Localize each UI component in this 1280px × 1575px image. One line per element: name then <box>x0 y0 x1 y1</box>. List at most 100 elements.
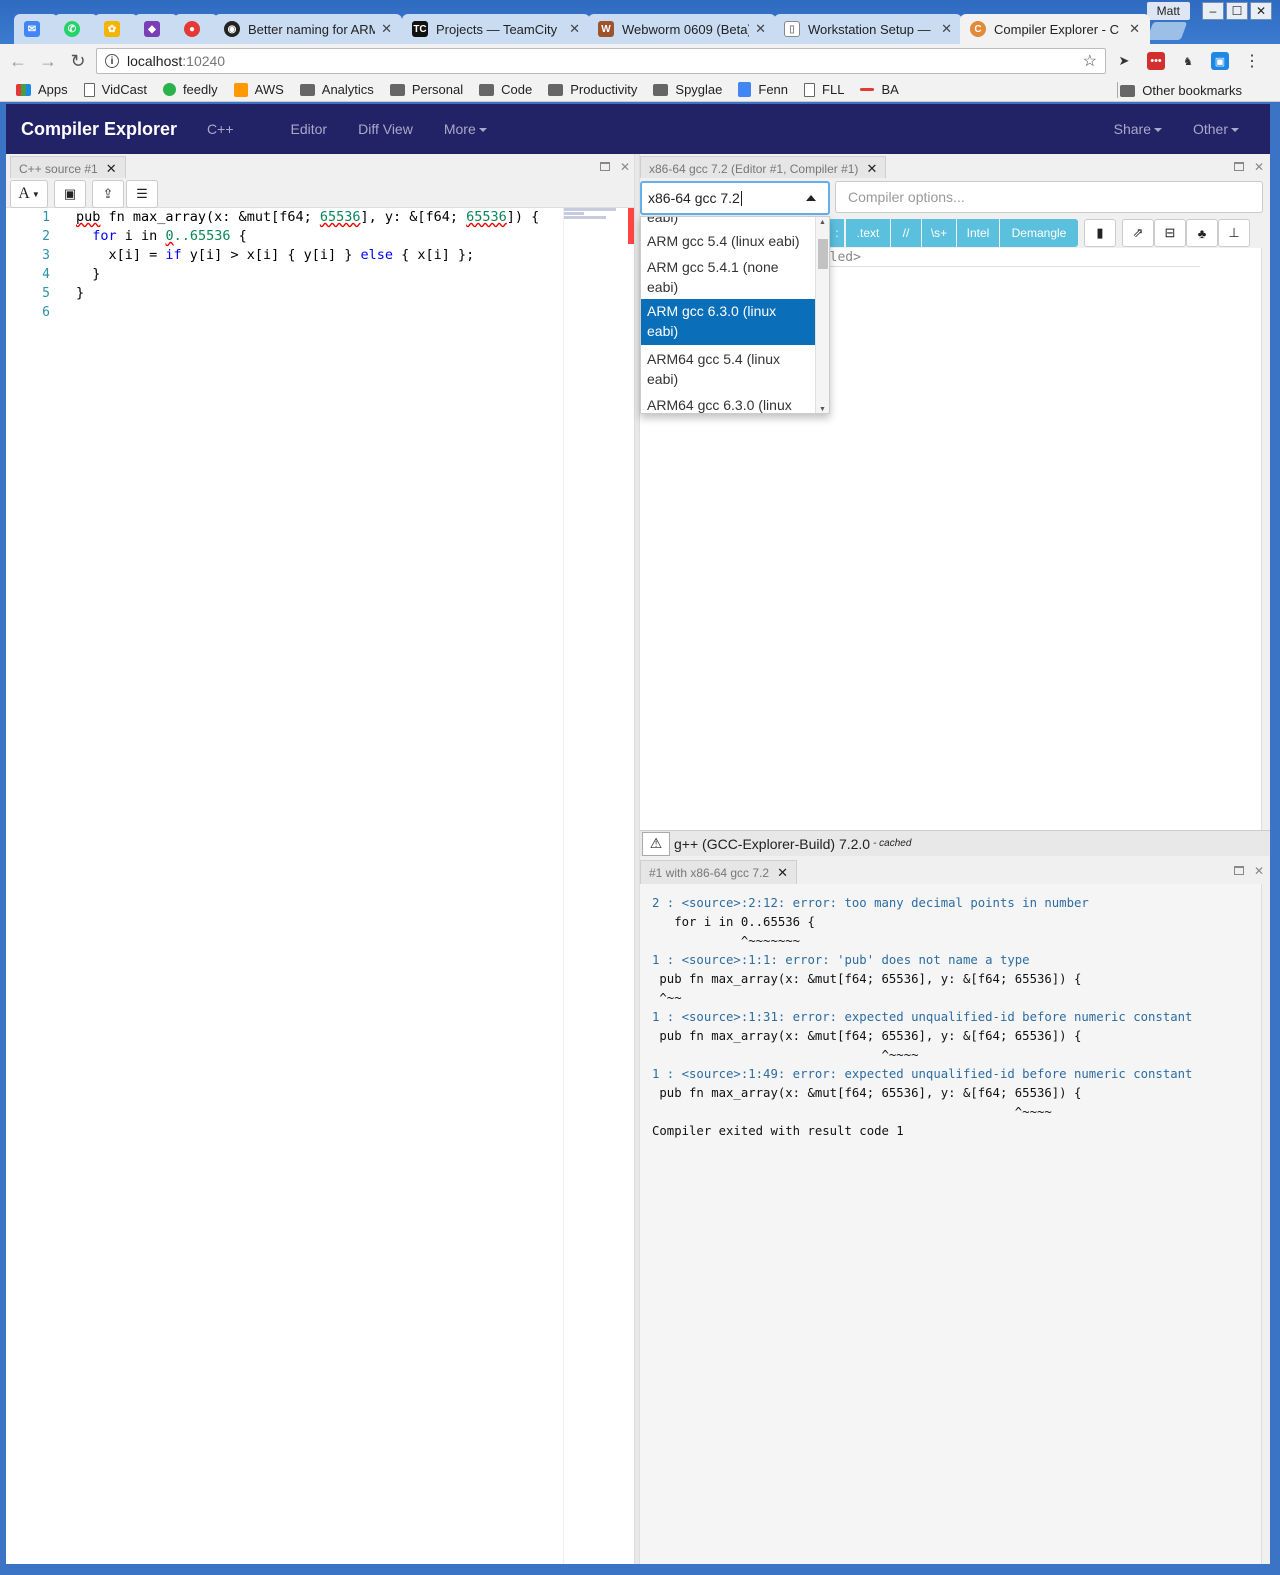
maximize-icon[interactable] <box>600 162 610 171</box>
close-icon[interactable]: ✕ <box>1129 21 1140 37</box>
inbox-output-icon[interactable]: ⊟ <box>1154 219 1186 247</box>
tab-webworm[interactable]: W Webworm 0609 (Beta) ✕ <box>588 14 776 44</box>
close-icon[interactable]: ✕ <box>755 21 766 37</box>
bookmark-code[interactable]: Code <box>479 82 532 97</box>
code-content[interactable]: pub fn max_array(x: &mut[f64; 65536], y:… <box>76 208 539 322</box>
output-tab[interactable]: #1 with x86-64 gcc 7.2 ✕ <box>640 860 797 884</box>
new-tab-button[interactable] <box>1146 22 1188 40</box>
bookmark-spyglae[interactable]: Spyglae <box>653 82 722 97</box>
nav-more[interactable]: More <box>444 121 487 137</box>
forward-icon[interactable]: → <box>36 51 60 72</box>
tab-keep[interactable]: ✿ <box>94 14 138 44</box>
compiler-tab[interactable]: x86-64 gcc 7.2 (Editor #1, Compiler #1) ✕ <box>640 156 887 180</box>
filter-text-button[interactable]: .text <box>846 219 890 247</box>
save-icon[interactable]: ▣ <box>54 180 86 208</box>
code-editor[interactable]: 1 2 3 4 5 6 pub fn max_array(x: &mut[f64… <box>6 208 634 1564</box>
scroll-down-icon[interactable]: ▼ <box>819 406 826 413</box>
tab-inbox[interactable]: ✉ <box>14 14 58 44</box>
close-icon[interactable]: ✕ <box>1254 160 1264 174</box>
app-brand[interactable]: Compiler Explorer <box>21 119 177 140</box>
lastpass-icon[interactable]: ••• <box>1147 52 1165 70</box>
dropdown-item[interactable]: ARM gcc 5.4 (linux eabi) <box>641 229 816 253</box>
unicorn-ext-icon[interactable]: ♞ <box>1179 52 1197 70</box>
error-link-line[interactable]: 2 : <source>:2:12: error: too many decim… <box>652 894 1249 913</box>
filter-intel-button[interactable]: Intel <box>957 219 999 247</box>
docs-ext-icon[interactable]: ▣ <box>1211 52 1229 70</box>
error-link-line[interactable]: 1 : <source>:1:1: error: 'pub' does not … <box>652 951 1249 970</box>
maximize-icon[interactable]: ☐ <box>1226 2 1248 20</box>
compiler-options-input[interactable]: Compiler options... <box>835 181 1263 213</box>
error-link-line[interactable]: 1 : <source>:1:31: error: expected unqua… <box>652 1008 1249 1027</box>
dropdown-item[interactable]: eabi) <box>641 217 816 229</box>
tab-extension[interactable]: ◆ <box>134 14 178 44</box>
tab-whatsapp[interactable]: ✆ <box>54 14 98 44</box>
bookmark-fenn[interactable]: Fenn <box>738 82 788 97</box>
list-icon[interactable]: ☰ <box>126 180 158 208</box>
scroll-up-icon[interactable]: ▲ <box>819 219 826 226</box>
tab-record[interactable]: ● <box>174 14 218 44</box>
caret-up-icon[interactable] <box>806 195 816 201</box>
info-icon[interactable]: i <box>105 54 119 68</box>
address-bar[interactable]: i localhost:10240 ☆ <box>96 48 1106 74</box>
dropdown-item[interactable]: ARM gcc 5.4.1 (none eabi) <box>641 255 816 299</box>
bookmark-aws[interactable]: AWS <box>233 82 284 97</box>
bookmark-analytics[interactable]: Analytics <box>299 82 374 97</box>
filter-button-hidden[interactable]: : <box>830 219 844 247</box>
profile-button[interactable]: Matt <box>1146 2 1190 20</box>
dropdown-item[interactable]: ARM64 gcc 5.4 (linux eabi) <box>641 347 816 391</box>
tab-compiler-explorer[interactable]: C Compiler Explorer - C ✕ <box>960 14 1150 44</box>
error-link-line[interactable]: 1 : <source>:1:49: error: expected unqua… <box>652 1065 1249 1084</box>
close-icon[interactable]: ✕ <box>381 21 392 37</box>
close-icon[interactable]: ✕ <box>620 160 630 174</box>
back-icon[interactable]: ← <box>6 51 30 72</box>
close-window-icon[interactable]: ✕ <box>1250 2 1272 20</box>
external-link-icon[interactable]: ⇗ <box>1122 219 1154 247</box>
bookmark-feedly[interactable]: feedly <box>162 82 218 97</box>
nav-other[interactable]: Other <box>1193 121 1239 137</box>
minimize-icon[interactable]: – <box>1202 2 1224 20</box>
nav-editor[interactable]: Editor <box>291 121 328 137</box>
font-size-button[interactable]: A ▼ <box>10 180 48 208</box>
tab-teamcity[interactable]: TC Projects — TeamCity ✕ <box>402 14 590 44</box>
dropdown-item[interactable]: ARM64 gcc 6.3.0 (linux <box>641 393 816 413</box>
book-icon[interactable]: ▮ <box>1084 219 1116 247</box>
close-icon[interactable]: ✕ <box>569 21 580 37</box>
reload-icon[interactable]: ↻ <box>66 51 90 72</box>
close-icon[interactable]: ✕ <box>106 161 117 177</box>
dropdown-scroll-thumb[interactable] <box>818 239 828 269</box>
compiler-picker[interactable]: x86-64 gcc 7.2 <box>640 181 830 215</box>
bookmark-apps[interactable]: Apps <box>16 82 68 97</box>
maximize-icon[interactable] <box>1234 866 1244 875</box>
nav-diff-view[interactable]: Diff View <box>358 121 413 137</box>
pin-icon[interactable]: ⊥ <box>1218 219 1250 247</box>
tree-icon[interactable]: ♣ <box>1186 219 1218 247</box>
editor-tab[interactable]: C++ source #1 ✕ <box>10 156 126 180</box>
dropdown-scrollbar[interactable]: ▲ ▼ <box>815 217 829 413</box>
menu-icon[interactable]: ⋮ <box>1243 52 1261 70</box>
bookmark-productivity[interactable]: Productivity <box>548 82 637 97</box>
nav-language[interactable]: C++ <box>207 121 233 137</box>
minimap[interactable] <box>563 208 633 1564</box>
dropdown-item-selected[interactable]: ARM gcc 6.3.0 (linux eabi) <box>641 299 816 345</box>
close-icon[interactable]: ✕ <box>941 21 952 37</box>
bookmark-ba[interactable]: BA <box>860 82 899 97</box>
maximize-icon[interactable] <box>1234 162 1244 171</box>
nav-share[interactable]: Share <box>1114 121 1162 137</box>
filter-comments-button[interactable]: // <box>891 219 921 247</box>
star-icon[interactable]: ☆ <box>1083 51 1097 71</box>
other-bookmarks[interactable]: Other bookmarks <box>1120 83 1242 98</box>
tab-workstation[interactable]: ▯ Workstation Setup — ✕ <box>774 14 962 44</box>
close-icon[interactable]: ✕ <box>1254 864 1264 878</box>
cursor-ext-icon[interactable]: ➤ <box>1115 52 1133 70</box>
filter-demangle-button[interactable]: Demangle <box>1000 219 1078 247</box>
filter-whitespace-button[interactable]: \s+ <box>922 219 956 247</box>
upload-icon[interactable]: ⇪ <box>92 180 124 208</box>
minimap-line <box>564 216 606 219</box>
bookmark-fll[interactable]: FLL <box>804 82 844 97</box>
bookmark-vidcast[interactable]: VidCast <box>83 82 147 97</box>
bookmark-personal[interactable]: Personal <box>389 82 463 97</box>
close-icon[interactable]: ✕ <box>777 865 788 881</box>
tab-github[interactable]: ◉ Better naming for ARM ✕ <box>214 14 402 44</box>
close-icon[interactable]: ✕ <box>866 161 877 177</box>
warning-icon[interactable]: ⚠ <box>642 831 670 856</box>
